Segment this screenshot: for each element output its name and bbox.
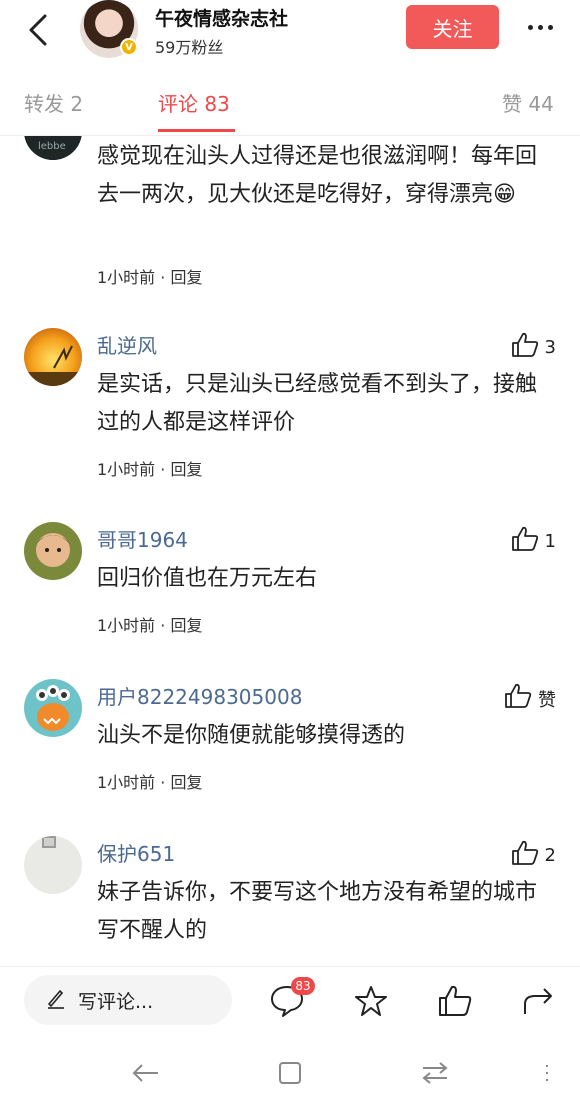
commenter-avatar[interactable]: lebbe (24, 136, 82, 160)
commenter-avatar[interactable] (24, 522, 82, 580)
thumb-up-icon[interactable] (435, 981, 475, 1021)
author-name[interactable]: 午夜情感杂志社 (155, 4, 288, 31)
comment-meta[interactable]: 1小时前 · 回复 (97, 264, 202, 288)
nav-home-icon[interactable] (273, 1058, 307, 1088)
star-icon[interactable] (351, 981, 391, 1021)
bottom-action-bar: 写评论... (0, 966, 580, 1034)
commenter-avatar[interactable] (24, 836, 82, 894)
nav-menu-icon[interactable] (530, 1058, 564, 1088)
tab-bar: 转发 2 评论 83 赞 44 (0, 78, 580, 136)
commenter-name[interactable]: 用户8222498305008 (97, 681, 302, 710)
share-arrow-icon[interactable] (519, 981, 559, 1021)
like-count: 1 (544, 531, 556, 552)
author-avatar[interactable]: V (80, 0, 138, 58)
commenter-avatar[interactable] (24, 679, 82, 737)
like-count: 3 (544, 337, 556, 358)
svg-text:lebbe: lebbe (38, 141, 66, 152)
more-dots-icon[interactable] (520, 10, 560, 44)
like-control[interactable]: 2 (511, 840, 556, 871)
commenter-name[interactable]: 哥哥1964 (97, 524, 188, 553)
commenter-name[interactable]: 保护651 (97, 838, 175, 867)
comment-text: 汕头不是你随便就能够摸得透的 (97, 723, 406, 748)
thumb-up-icon (511, 526, 539, 557)
comment-meta[interactable]: 1小时前 · 回复 (97, 769, 202, 793)
follow-button[interactable]: 关注 (406, 5, 499, 49)
commenter-name[interactable]: 乱逆风 (97, 330, 157, 359)
like-control[interactable]: 1 (511, 526, 556, 557)
back-arrow-icon[interactable] (18, 10, 58, 50)
like-control[interactable]: 赞 (504, 683, 556, 714)
thumb-up-icon (511, 840, 539, 871)
active-tab-indicator (158, 129, 235, 132)
write-comment-placeholder: 写评论... (78, 990, 154, 1013)
comment-text: 感觉现在汕头人过得还是也很滋润啊！每年回去一两次，见大伙还是吃得好，穿得漂亮😁 (97, 144, 538, 207)
like-count: 2 (544, 845, 556, 866)
comment-meta[interactable]: 1小时前 · 回复 (97, 456, 202, 480)
thumb-up-icon (511, 332, 539, 363)
comment-list: lebbe 感觉现在汕头人过得还是也很滋润啊！每年回去一两次，见大伙还是吃得好，… (0, 136, 580, 966)
like-count: 赞 (538, 689, 556, 711)
thumb-up-icon (504, 683, 532, 714)
top-header: V 午夜情感杂志社 59万粉丝 关注 (0, 0, 580, 66)
nav-back-icon[interactable] (128, 1058, 162, 1088)
write-comment-input[interactable]: 写评论... (24, 975, 232, 1025)
pen-icon (46, 987, 66, 1014)
comment-text: 回归价值也在万元左右 (97, 566, 318, 591)
tab-comments[interactable]: 评论 83 (158, 88, 230, 117)
comment-count-badge: 83 (291, 977, 315, 995)
comment-text: 妹子告诉你，不要写这个地方没有希望的城市写不醒人的 (97, 880, 538, 943)
verified-badge: V (120, 38, 138, 56)
comment-text: 是实话，只是汕头已经感觉看不到头了，接触过的人都是这样评价 (97, 372, 538, 435)
tab-reposts[interactable]: 转发 2 (24, 88, 83, 117)
commenter-avatar[interactable] (24, 328, 82, 386)
comment-meta[interactable]: 1小时前 · 回复 (97, 612, 202, 636)
tab-likes[interactable]: 赞 44 (502, 88, 554, 117)
fans-count: 59万粉丝 (155, 38, 224, 57)
system-navigation-bar (0, 1034, 580, 1113)
nav-recents-icon[interactable] (418, 1058, 452, 1088)
like-control[interactable]: 3 (511, 332, 556, 363)
